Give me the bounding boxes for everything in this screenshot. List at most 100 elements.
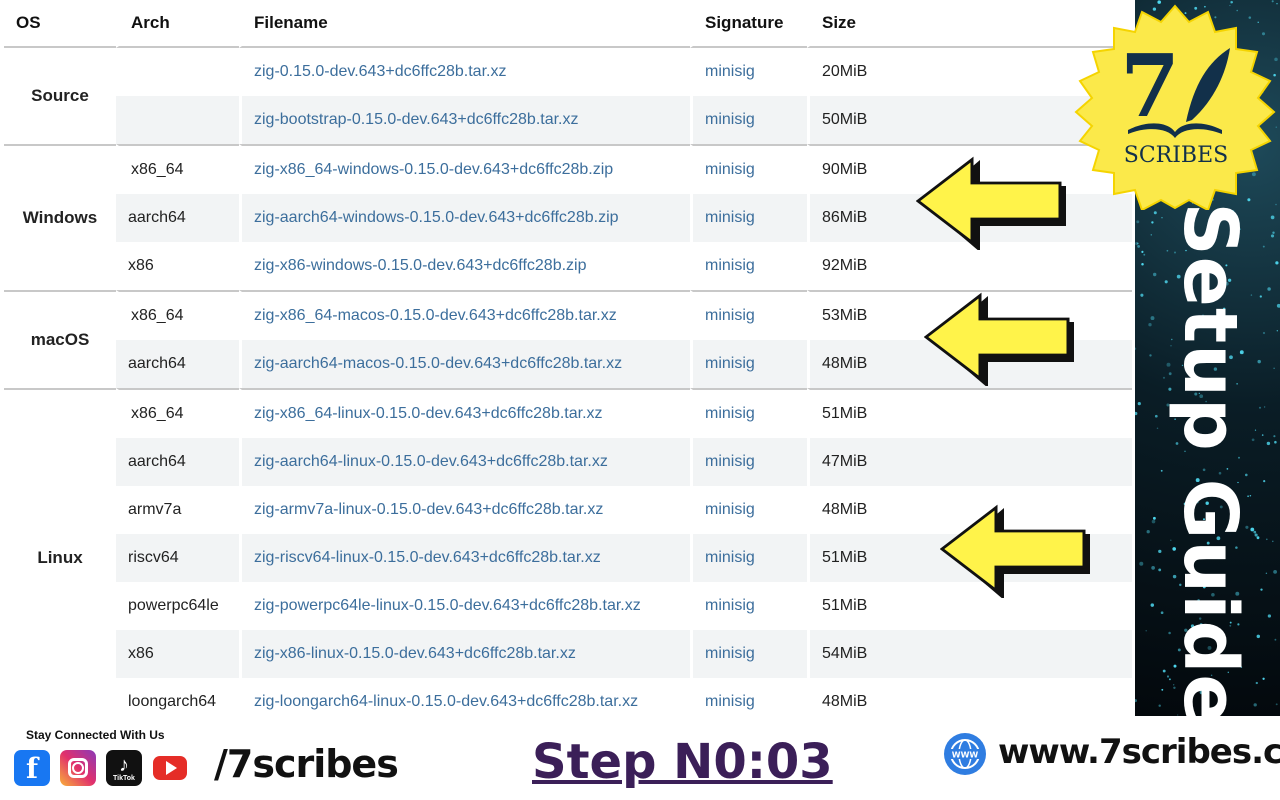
signature-cell[interactable]: minisig xyxy=(690,678,807,716)
tiktok-icon[interactable]: ♪ TikTok xyxy=(106,750,142,786)
youtube-icon[interactable] xyxy=(152,750,188,786)
signature-link[interactable]: minisig xyxy=(705,257,755,274)
size-cell: 48MiB xyxy=(822,355,868,372)
os-cell: Linux xyxy=(4,388,116,716)
size-cell: 51MiB xyxy=(822,405,868,422)
filename-link[interactable]: zig-loongarch64-linux-0.15.0-dev.643+dc6… xyxy=(254,693,638,710)
arch-cell: x86 xyxy=(116,242,239,290)
arch-cell: x86_64 xyxy=(131,307,184,324)
size-cell: 53MiB xyxy=(822,307,868,324)
signature-cell[interactable]: minisig xyxy=(690,144,807,194)
arch-cell xyxy=(116,48,239,96)
filename-link[interactable]: zig-x86_64-windows-0.15.0-dev.643+dc6ffc… xyxy=(254,161,613,178)
size-cell: 51MiB xyxy=(807,388,1132,438)
signature-cell[interactable]: minisig xyxy=(690,582,807,630)
filename-cell[interactable]: zig-bootstrap-0.15.0-dev.643+dc6ffc28b.t… xyxy=(239,96,690,144)
table-header-row: OS Arch Filename Signature Size xyxy=(4,0,1132,48)
filename-cell[interactable]: zig-x86-windows-0.15.0-dev.643+dc6ffc28b… xyxy=(239,242,690,290)
arch-cell: x86_64 xyxy=(116,290,239,340)
signature-cell[interactable]: minisig xyxy=(690,534,807,582)
signature-link[interactable]: minisig xyxy=(705,597,755,614)
signature-cell[interactable]: minisig xyxy=(690,388,807,438)
filename-cell[interactable]: zig-x86_64-windows-0.15.0-dev.643+dc6ffc… xyxy=(239,144,690,194)
size-cell: 20MiB xyxy=(822,63,868,80)
filename-cell[interactable]: zig-x86_64-macos-0.15.0-dev.643+dc6ffc28… xyxy=(239,290,690,340)
filename-link[interactable]: zig-bootstrap-0.15.0-dev.643+dc6ffc28b.t… xyxy=(254,111,579,128)
filename-link[interactable]: zig-armv7a-linux-0.15.0-dev.643+dc6ffc28… xyxy=(254,501,603,518)
filename-link[interactable]: zig-x86_64-macos-0.15.0-dev.643+dc6ffc28… xyxy=(254,307,617,324)
signature-link[interactable]: minisig xyxy=(705,405,755,422)
filename-link[interactable]: zig-aarch64-macos-0.15.0-dev.643+dc6ffc2… xyxy=(254,355,622,372)
size-cell: 48MiB xyxy=(807,678,1132,716)
svg-text:WWW: WWW xyxy=(952,751,979,760)
signature-link[interactable]: minisig xyxy=(705,111,755,128)
signature-link[interactable]: minisig xyxy=(705,549,755,566)
filename-link[interactable]: zig-x86_64-linux-0.15.0-dev.643+dc6ffc28… xyxy=(254,405,603,422)
7scribes-badge: 7 SCRIBES xyxy=(1074,4,1276,210)
arch-cell: loongarch64 xyxy=(116,678,239,716)
signature-link[interactable]: minisig xyxy=(705,645,755,662)
filename-link[interactable]: zig-powerpc64le-linux-0.15.0-dev.643+dc6… xyxy=(254,597,641,614)
footer: Stay Connected With Us f ♪ TikTok /7scri… xyxy=(0,716,1280,800)
signature-link[interactable]: minisig xyxy=(705,307,755,324)
filename-cell[interactable]: zig-x86-linux-0.15.0-dev.643+dc6ffc28b.t… xyxy=(239,630,690,678)
os-cell: Source xyxy=(4,48,116,144)
size-cell: 47MiB xyxy=(807,438,1132,486)
arch-cell: armv7a xyxy=(128,501,182,518)
filename-cell[interactable]: zig-riscv64-linux-0.15.0-dev.643+dc6ffc2… xyxy=(239,534,690,582)
arch-cell: x86_64 xyxy=(131,405,184,422)
filename-link[interactable]: zig-0.15.0-dev.643+dc6ffc28b.tar.xz xyxy=(254,63,506,80)
instagram-icon[interactable] xyxy=(60,750,96,786)
filename-link[interactable]: zig-x86-linux-0.15.0-dev.643+dc6ffc28b.t… xyxy=(254,645,576,662)
filename-cell[interactable]: zig-0.15.0-dev.643+dc6ffc28b.tar.xz xyxy=(239,48,690,96)
arrow-left-icon xyxy=(924,292,1074,386)
filename-cell[interactable]: zig-armv7a-linux-0.15.0-dev.643+dc6ffc28… xyxy=(239,486,690,534)
signature-link[interactable]: minisig xyxy=(705,161,755,178)
signature-cell[interactable]: minisig xyxy=(690,438,807,486)
arch-cell: x86_64 xyxy=(131,161,184,178)
arch-cell: aarch64 xyxy=(116,438,239,486)
step-number: Step N0:03 xyxy=(532,734,833,790)
filename-cell[interactable]: zig-aarch64-linux-0.15.0-dev.643+dc6ffc2… xyxy=(239,438,690,486)
size-cell: 48MiB xyxy=(822,501,868,518)
signature-link[interactable]: minisig xyxy=(705,63,755,80)
filename-cell[interactable]: zig-x86_64-linux-0.15.0-dev.643+dc6ffc28… xyxy=(239,388,690,438)
filename-link[interactable]: zig-aarch64-windows-0.15.0-dev.643+dc6ff… xyxy=(254,209,619,226)
signature-cell[interactable]: minisig xyxy=(690,340,807,388)
signature-link[interactable]: minisig xyxy=(705,355,755,372)
table-row: loongarch64 zig-loongarch64-linux-0.15.0-… xyxy=(4,678,1132,716)
signature-cell[interactable]: minisig xyxy=(690,486,807,534)
arrow-left-icon xyxy=(916,156,1066,250)
signature-link[interactable]: minisig xyxy=(705,501,755,518)
signature-link[interactable]: minisig xyxy=(705,453,755,470)
arch-cell: x86_64 xyxy=(116,144,239,194)
signature-link[interactable]: minisig xyxy=(705,209,755,226)
filename-link[interactable]: zig-x86-windows-0.15.0-dev.643+dc6ffc28b… xyxy=(254,257,587,274)
website-url[interactable]: www.7scribes.com xyxy=(998,732,1280,772)
arch-cell: x86 xyxy=(128,645,154,662)
social-handle: /7scribes xyxy=(214,742,399,786)
signature-cell[interactable]: minisig xyxy=(690,194,807,242)
arch-cell: x86 xyxy=(128,257,154,274)
filename-link[interactable]: zig-aarch64-linux-0.15.0-dev.643+dc6ffc2… xyxy=(254,453,608,470)
signature-link[interactable]: minisig xyxy=(705,693,755,710)
signature-cell[interactable]: minisig xyxy=(690,242,807,290)
filename-cell[interactable]: zig-loongarch64-linux-0.15.0-dev.643+dc6… xyxy=(239,678,690,716)
filename-cell[interactable]: zig-powerpc64le-linux-0.15.0-dev.643+dc6… xyxy=(239,582,690,630)
filename-cell[interactable]: zig-aarch64-macos-0.15.0-dev.643+dc6ffc2… xyxy=(239,340,690,388)
filename-cell[interactable]: zig-aarch64-windows-0.15.0-dev.643+dc6ff… xyxy=(239,194,690,242)
signature-cell[interactable]: minisig xyxy=(690,290,807,340)
arch-cell: powerpc64le xyxy=(128,597,219,614)
table-row: x86 zig-x86-linux-0.15.0-dev.643+dc6ffc28… xyxy=(4,630,1132,678)
instagram-glyph xyxy=(68,758,88,778)
size-cell: 54MiB xyxy=(807,630,1132,678)
facebook-icon[interactable]: f xyxy=(14,750,50,786)
filename-link[interactable]: zig-riscv64-linux-0.15.0-dev.643+dc6ffc2… xyxy=(254,549,601,566)
signature-cell[interactable]: minisig xyxy=(690,630,807,678)
arrow-left-icon xyxy=(940,504,1090,598)
size-cell: 48MiB xyxy=(822,693,868,710)
signature-cell[interactable]: minisig xyxy=(690,48,807,96)
signature-cell[interactable]: minisig xyxy=(690,96,807,144)
os-cell: Windows xyxy=(4,144,116,290)
arch-cell: x86_64 xyxy=(116,388,239,438)
